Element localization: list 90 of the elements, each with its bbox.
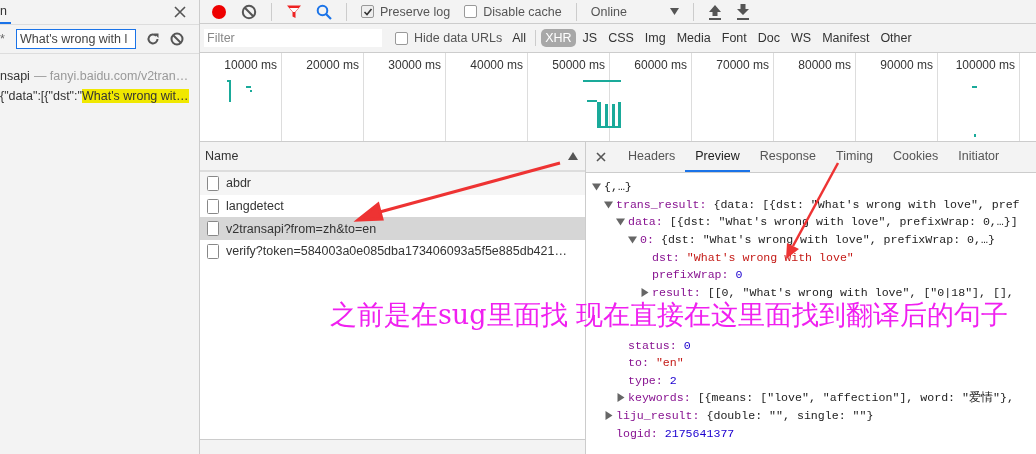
type-filter-button[interactable]: Other: [876, 29, 916, 47]
property-key: status:: [628, 338, 677, 352]
tab[interactable]: Preview: [685, 142, 750, 172]
tab[interactable]: Initiator: [948, 142, 1010, 172]
filter-icon[interactable]: [286, 3, 302, 20]
close-icon[interactable]: [174, 6, 186, 18]
property-value: 0: [683, 338, 691, 352]
refresh-icon[interactable]: [146, 32, 160, 46]
property-key: dst:: [652, 250, 680, 264]
clear-icon[interactable]: [241, 3, 257, 20]
upload-icon[interactable]: [707, 3, 722, 20]
file-icon: [207, 198, 219, 214]
type-filter-button[interactable]: Font: [717, 29, 751, 47]
time-tick-label: 10000 ms: [224, 58, 277, 72]
time-tick-label: 20000 ms: [306, 58, 359, 72]
property-value: "What's wrong with love": [686, 250, 854, 264]
expand-triangle-icon[interactable]: [604, 411, 613, 420]
time-tick-label: 40000 ms: [470, 58, 523, 72]
collapse-triangle-icon[interactable]: [628, 235, 637, 245]
checkbox[interactable]: Disable cache: [464, 4, 562, 19]
property-key: liju_result:: [616, 409, 700, 422]
filter-field[interactable]: Filter: [204, 29, 382, 47]
request-row[interactable]: langdetect: [200, 194, 585, 218]
search-field[interactable]: What's wrong with l: [16, 29, 136, 49]
time-tick-label: 70000 ms: [716, 58, 769, 72]
type-filter-button[interactable]: Media: [672, 29, 715, 47]
property-value: [[0, "What's wrong with love", ["0|18"], [],: [707, 285, 1014, 299]
annotation-text: 之前是在sug里面找 现在直接在这里面找到翻译后的句子: [330, 298, 1009, 332]
regex-label: *: [0, 32, 6, 46]
time-tick-label: 30000 ms: [388, 58, 441, 72]
type-filter-button[interactable]: CSS: [604, 29, 638, 47]
checkmark-icon: [362, 6, 373, 17]
tab[interactable]: Cookies: [883, 142, 949, 172]
type-filter-button[interactable]: Manifest: [818, 29, 874, 47]
type-filter-button[interactable]: JS: [578, 29, 602, 47]
checkbox[interactable]: Preserve log: [361, 4, 451, 19]
result-file-name[interactable]: nsapi: [0, 69, 30, 83]
column-header[interactable]: Name: [205, 149, 239, 163]
tab[interactable]: Response: [749, 142, 826, 172]
time-tick-label: 80000 ms: [798, 58, 851, 72]
property-key: type:: [628, 373, 663, 387]
property-key: trans_result:: [616, 197, 707, 211]
type-filter-button[interactable]: All: [508, 29, 531, 47]
time-tick-label: 60000 ms: [634, 58, 687, 72]
collapse-triangle-icon[interactable]: [592, 182, 601, 192]
sort-ascending-icon[interactable]: [568, 152, 578, 160]
collapse-triangle-icon[interactable]: [616, 217, 625, 227]
property-key: result:: [652, 285, 701, 299]
throttling-dropdown[interactable]: Online: [590, 4, 679, 19]
type-filter-button[interactable]: WS: [787, 29, 816, 47]
property-key: keywords:: [628, 391, 691, 405]
expand-triangle-icon[interactable]: [616, 393, 625, 403]
property-value: "en": [655, 356, 684, 370]
close-icon[interactable]: [596, 152, 606, 162]
request-row[interactable]: abdr: [200, 172, 585, 195]
download-icon[interactable]: [735, 3, 750, 20]
property-key: to:: [628, 356, 649, 370]
property-value: {,…}: [604, 180, 632, 194]
caret-icon: [669, 8, 679, 15]
type-filter-button[interactable]: Img: [640, 29, 670, 47]
property-value: [{means: ["love", "affection"], word: "爱情"},: [697, 390, 1014, 406]
expand-triangle-icon[interactable]: [640, 287, 649, 297]
tab[interactable]: Timing: [826, 142, 884, 172]
checkbox[interactable]: Hide data URLs: [395, 31, 503, 45]
property-key: data:: [628, 215, 663, 229]
request-row[interactable]: verify?token=584003a0e085dba173406093a5f5e885db421…: [200, 240, 585, 263]
time-tick-label: 50000 ms: [552, 58, 605, 72]
property-key: prefixWrap:: [652, 268, 729, 282]
result-line-text[interactable]: {"data":[{"dst":": [0, 89, 82, 103]
file-icon: [207, 243, 219, 259]
tab[interactable]: Headers: [618, 142, 686, 172]
search-icon[interactable]: [316, 3, 332, 20]
property-value: 2: [669, 373, 677, 387]
property-value: 2175641377: [664, 426, 735, 440]
result-url: — fanyi.baidu.com/v2tran…: [33, 69, 189, 83]
clear-icon[interactable]: [170, 32, 184, 46]
request-row[interactable]: v2transapi?from=zh&to=en: [200, 217, 585, 241]
file-icon: [207, 221, 219, 237]
type-filter-button[interactable]: Doc: [753, 29, 784, 47]
record-icon[interactable]: [211, 3, 227, 20]
property-key: 0:: [640, 233, 654, 247]
property-key: logid:: [616, 426, 658, 440]
search-tab[interactable]: n: [0, 0, 11, 24]
time-tick-label: 90000 ms: [880, 58, 933, 72]
property-value: {double: "", single: ""}: [706, 409, 874, 422]
file-icon: [207, 175, 219, 191]
time-tick-label: 100000 ms: [955, 58, 1015, 72]
collapse-triangle-icon[interactable]: [604, 199, 613, 209]
property-value: 0: [735, 268, 743, 282]
property-value: {dst: "What's wrong with love", prefixWrap: 0,…}: [660, 233, 995, 247]
